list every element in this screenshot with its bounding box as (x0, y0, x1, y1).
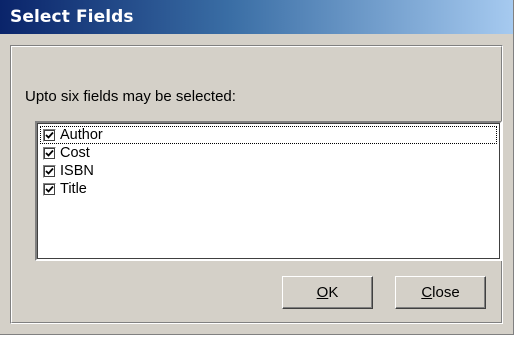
field-label: Cost (60, 145, 90, 161)
ok-mnemonic: O (316, 284, 329, 301)
checkmark-icon (45, 131, 54, 139)
field-item[interactable]: Title (40, 180, 497, 198)
select-fields-dialog: Select Fields Upto six fields may be sel… (0, 0, 514, 335)
fields-listbox[interactable]: Author Cost ISBN Title (35, 121, 502, 261)
close-label-rest: lose (432, 284, 460, 301)
checkmark-icon (45, 185, 54, 193)
field-checkbox[interactable] (43, 182, 56, 196)
title-bar[interactable]: Select Fields (0, 0, 513, 34)
close-mnemonic: C (421, 284, 433, 301)
field-checkbox[interactable] (43, 128, 56, 142)
ok-button[interactable]: OK (282, 276, 373, 309)
field-label: Author (60, 127, 103, 143)
ok-label-rest: K (328, 284, 339, 301)
field-label: ISBN (60, 163, 94, 179)
instruction-label: Upto six fields may be selected: (25, 88, 236, 105)
field-item[interactable]: Cost (40, 144, 497, 162)
field-item[interactable]: Author (40, 126, 497, 144)
field-checkbox[interactable] (43, 164, 56, 178)
fields-list: Author Cost ISBN Title (40, 126, 497, 198)
checkmark-icon (45, 149, 54, 157)
field-label: Title (60, 181, 87, 197)
field-checkbox[interactable] (43, 146, 56, 160)
field-item[interactable]: ISBN (40, 162, 497, 180)
checkmark-icon (45, 167, 54, 175)
window-title: Select Fields (10, 7, 134, 27)
close-button[interactable]: Close (395, 276, 486, 309)
